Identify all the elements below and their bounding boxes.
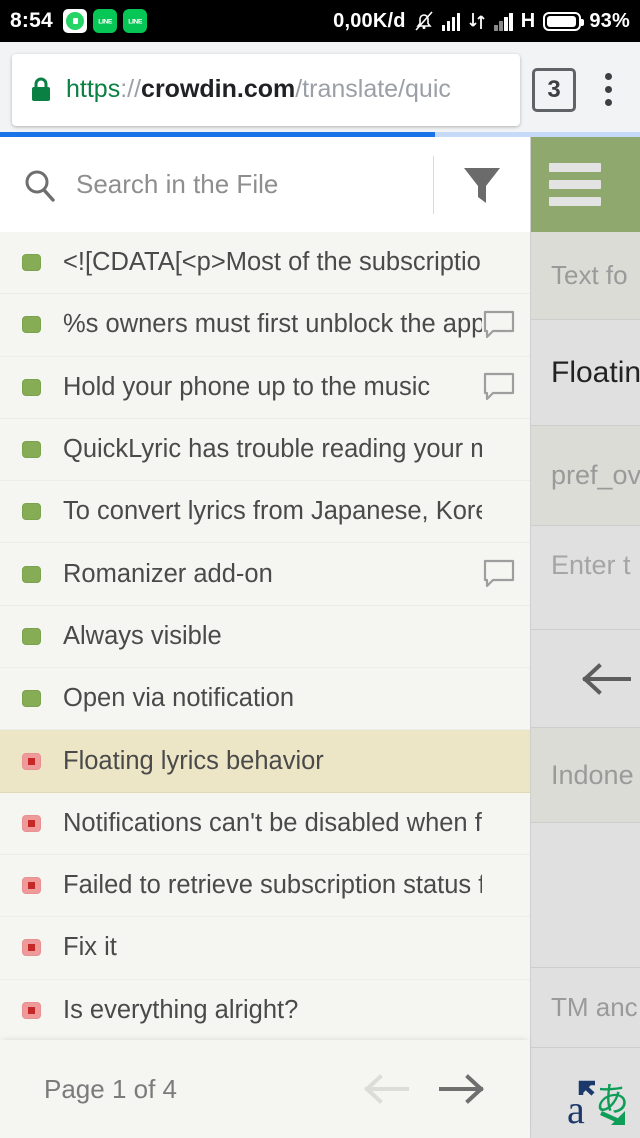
comment-icon[interactable] <box>482 372 516 402</box>
data-rate-label: 0,00K/d <box>333 9 406 32</box>
search-input[interactable] <box>76 169 433 200</box>
status-marker-done <box>22 690 41 708</box>
line-icon-label: LINE <box>97 17 112 25</box>
string-label: Always visible <box>63 621 222 650</box>
string-label: Floating lyrics behavior <box>63 746 324 775</box>
status-marker-done <box>22 565 41 583</box>
table-row[interactable]: Hold your phone up to the music <box>0 357 530 419</box>
arrow-right-icon[interactable] <box>438 1065 486 1113</box>
string-label: To convert lyrics from Japanese, Korean… <box>63 497 482 526</box>
string-label: Failed to retrieve subscription status f… <box>63 871 482 900</box>
hamburger-menu-icon[interactable] <box>549 163 601 206</box>
status-marker-todo <box>22 939 41 957</box>
url-scheme: https <box>66 75 121 103</box>
url-separator: :// <box>120 75 142 103</box>
comment-icon[interactable] <box>482 310 516 340</box>
string-label: Is everything alright? <box>63 995 299 1024</box>
string-label: Romanizer add-on <box>63 559 273 588</box>
status-marker-done <box>22 627 41 645</box>
url-text: https://crowdin.com/translate/quic <box>66 75 451 104</box>
string-label: QuickLyric has trouble reading your mu… <box>63 435 482 464</box>
status-bar-system-icons: 0,00K/d H 93% <box>333 10 630 33</box>
table-row[interactable]: Romanizer add-on <box>0 543 530 606</box>
url-bar[interactable]: https://crowdin.com/translate/quic <box>12 53 520 126</box>
bell-muted-icon <box>414 10 434 32</box>
table-row[interactable]: QuickLyric has trouble reading your mu… <box>0 419 530 482</box>
status-bar-notification-icons: LINE LINE <box>62 9 147 33</box>
table-row[interactable]: Notifications can't be disabled when flo… <box>0 793 530 855</box>
source-text: Floatin <box>531 320 640 426</box>
comment-icon[interactable] <box>482 559 516 589</box>
battery-icon <box>543 11 585 31</box>
status-bar: 8:54 LINE LINE 0,00K/d H 93% <box>0 0 640 42</box>
table-row[interactable]: Fix it <box>0 917 530 980</box>
status-bar-clock: 8:54 <box>10 9 53 32</box>
source-text-label: Text fo <box>531 232 640 320</box>
browser-toolbar: https://crowdin.com/translate/quic 3 <box>0 42 640 137</box>
tab-count-label: 3 <box>547 75 561 103</box>
status-marker-todo <box>22 752 41 770</box>
table-row[interactable]: Open via notification <box>0 668 530 731</box>
back-button[interactable] <box>531 630 640 728</box>
table-row[interactable]: Floating lyrics behavior <box>0 730 530 793</box>
translation-area[interactable] <box>531 823 640 968</box>
pagination-bar: Page 1 of 4 <box>0 1040 530 1138</box>
suggestions-label: TM anc <box>531 968 640 1048</box>
strings-pane: <![CDATA[<p>Most of the subscription r…%… <box>0 137 530 1138</box>
string-label: <![CDATA[<p>Most of the subscription r… <box>63 248 482 277</box>
status-marker-todo <box>22 1001 41 1019</box>
pagination-controls <box>362 1065 486 1113</box>
editor-panel: Text fo Floatin pref_ov Enter t Indone T… <box>530 137 640 1138</box>
lock-icon <box>30 77 52 103</box>
table-row[interactable]: <![CDATA[<p>Most of the subscription r… <box>0 232 530 295</box>
google-translate-icon[interactable]: a あ <box>531 1048 640 1138</box>
table-row[interactable]: %s owners must first unblock the app <box>0 294 530 357</box>
translation-input[interactable]: Enter t <box>531 526 640 630</box>
line-icon-2-label: LINE <box>127 17 142 25</box>
whatsapp-icon <box>62 9 87 33</box>
table-row[interactable]: Always visible <box>0 606 530 669</box>
status-marker-done <box>22 316 41 334</box>
line-icon: LINE <box>92 9 117 33</box>
status-marker-todo <box>22 814 41 832</box>
string-label: Open via notification <box>63 684 295 713</box>
kebab-menu-icon[interactable] <box>588 67 628 113</box>
line-icon-2: LINE <box>122 9 147 33</box>
table-row[interactable]: To convert lyrics from Japanese, Korean… <box>0 481 530 544</box>
table-row[interactable]: Is everything alright? <box>0 980 530 1040</box>
page-indicator: Page 1 of 4 <box>44 1073 177 1104</box>
network-type-label: H <box>520 9 536 32</box>
tab-switcher-button[interactable]: 3 <box>532 67 576 112</box>
string-label: Fix it <box>63 933 117 962</box>
arrow-left-icon[interactable] <box>362 1065 410 1113</box>
string-label: Notifications can't be disabled when flo… <box>63 808 482 837</box>
data-transfer-icon <box>468 11 486 31</box>
string-label: %s owners must first unblock the app <box>63 310 482 339</box>
url-path: /translate/quic <box>295 75 451 103</box>
signal-strength-icon-2 <box>494 11 513 31</box>
phone-screen: 8:54 LINE LINE 0,00K/d H 93% https://cro… <box>0 0 640 1138</box>
context-key: pref_ov <box>531 426 640 526</box>
string-label: Hold your phone up to the music <box>63 372 431 401</box>
search-icon <box>22 167 58 203</box>
filter-icon[interactable] <box>434 161 530 209</box>
status-marker-todo <box>22 877 41 895</box>
page-content: <![CDATA[<p>Most of the subscription r…%… <box>0 137 640 1138</box>
status-marker-done <box>22 503 41 521</box>
status-marker-done <box>22 441 41 459</box>
strings-list[interactable]: <![CDATA[<p>Most of the subscription r…%… <box>0 232 530 1040</box>
status-marker-done <box>22 254 41 272</box>
url-host: crowdin.com <box>141 75 296 103</box>
search-bar <box>0 137 530 232</box>
signal-strength-icon <box>441 11 461 31</box>
table-row[interactable]: Failed to retrieve subscription status f… <box>0 855 530 918</box>
target-language-label[interactable]: Indone <box>531 728 640 823</box>
editor-panel-header <box>531 137 640 232</box>
status-marker-done <box>22 378 41 396</box>
battery-percent-label: 93% <box>589 9 630 32</box>
